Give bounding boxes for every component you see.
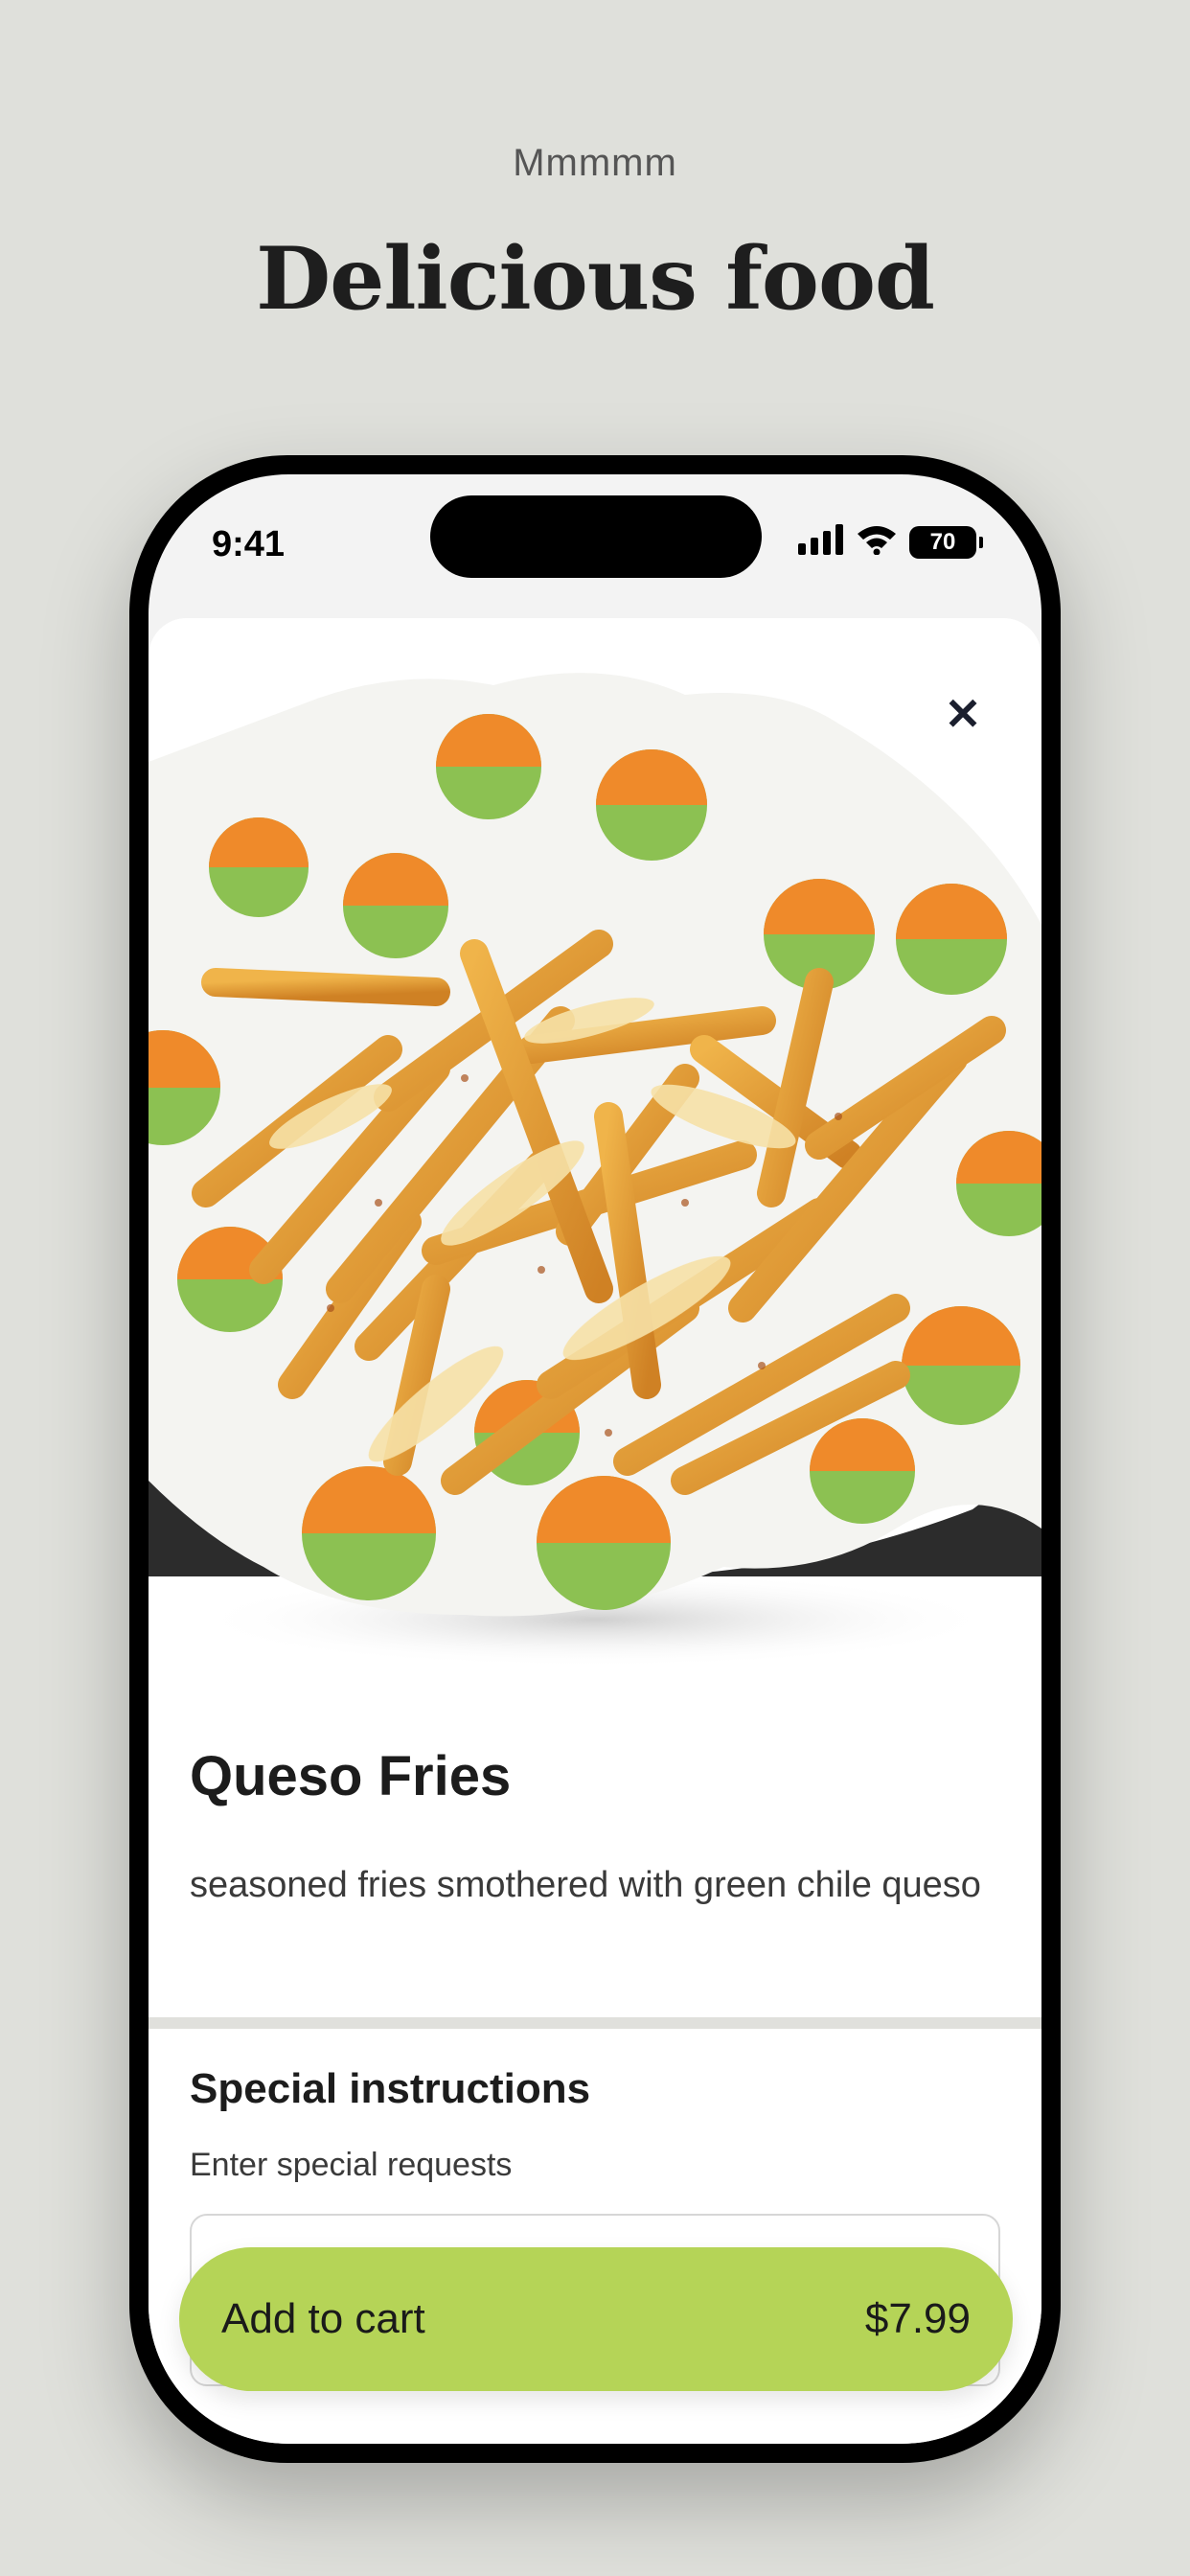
- status-icons: 70: [798, 524, 983, 560]
- item-description: seasoned fries smothered with green chil…: [190, 1865, 981, 1905]
- dynamic-island: [430, 495, 762, 578]
- food-image: ✕: [149, 618, 1041, 1701]
- signal-icon: [798, 524, 844, 560]
- close-icon: ✕: [944, 689, 982, 739]
- add-to-cart-label: Add to cart: [221, 2295, 425, 2342]
- cart-price: $7.99: [864, 2295, 971, 2342]
- special-instructions-subtitle: Enter special requests: [190, 2147, 513, 2183]
- special-instructions-title: Special instructions: [190, 2065, 591, 2112]
- close-button[interactable]: ✕: [925, 676, 1001, 752]
- item-title: Queso Fries: [190, 1745, 512, 1807]
- item-sheet: ✕ Queso Fries seasoned fries smothered w…: [149, 618, 1041, 2444]
- page-headline: Delicious food: [256, 228, 935, 330]
- status-time: 9:41: [212, 524, 286, 564]
- add-to-cart-button[interactable]: Add to cart $7.99: [179, 2247, 1013, 2391]
- eyebrow-text: Mmmmm: [513, 142, 677, 184]
- phone-screen: 9:41 70 ✕ Queso Fries seasoned fries smo…: [149, 474, 1041, 2444]
- wifi-icon: [856, 524, 898, 560]
- battery-icon: 70: [909, 525, 983, 559]
- phone-frame: 9:41 70 ✕ Queso Fries seasoned fries smo…: [129, 455, 1061, 2463]
- section-divider: [149, 2017, 1041, 2029]
